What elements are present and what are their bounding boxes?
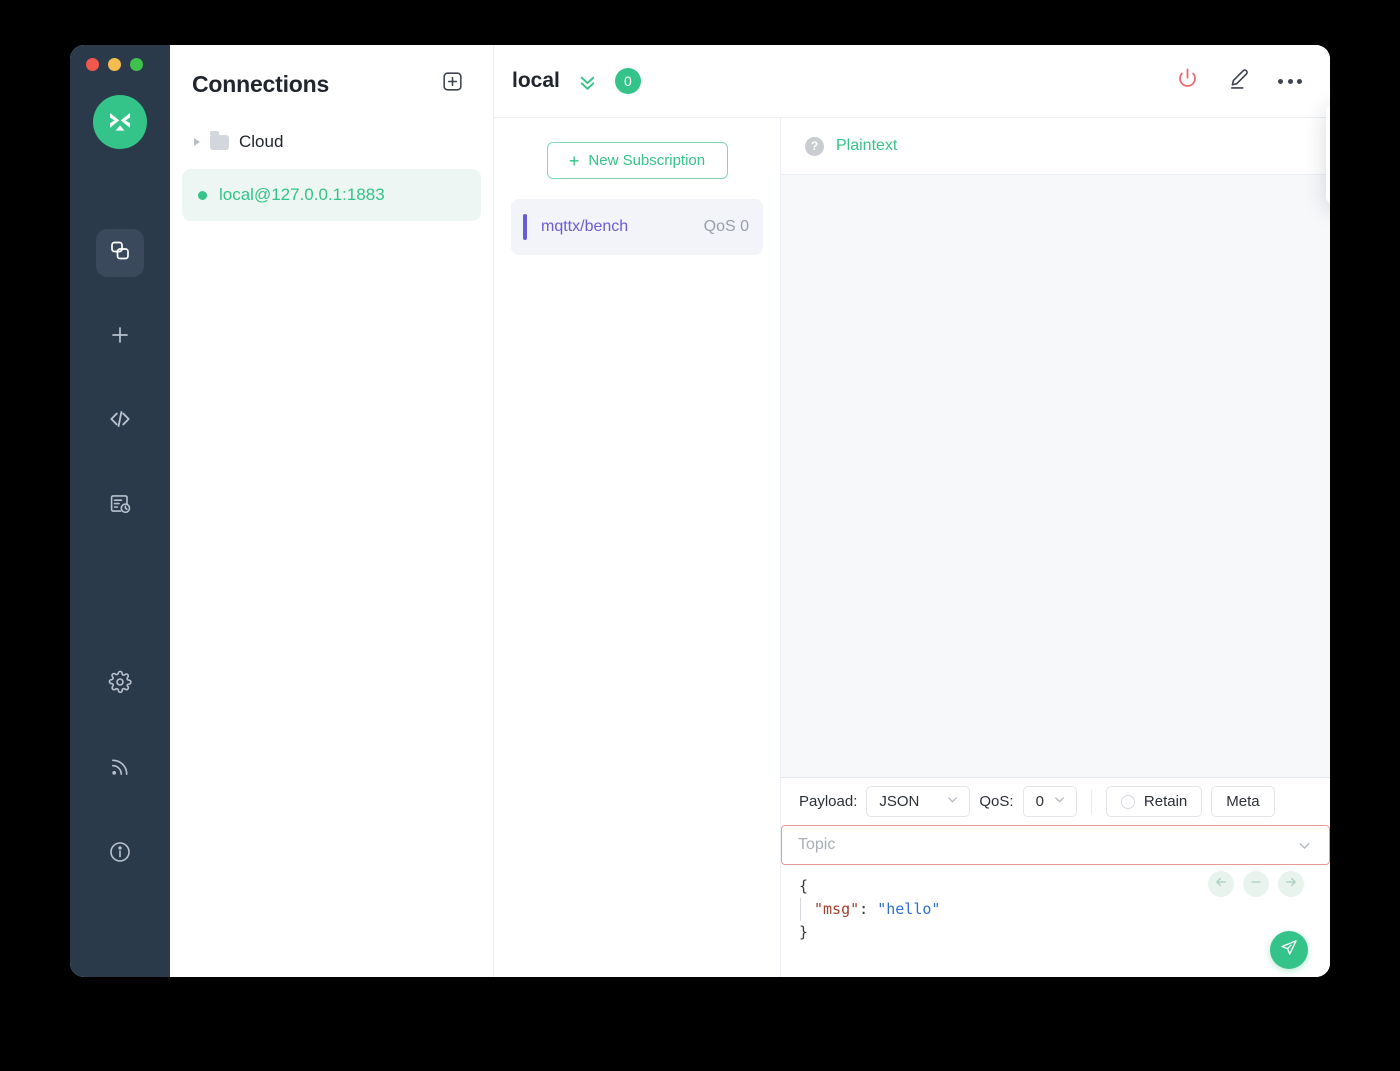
editor-json-value: "hello" (877, 900, 941, 918)
divider (1090, 789, 1092, 814)
retain-toggle[interactable]: Retain (1105, 786, 1203, 817)
subscriptions-panel: + New Subscription mqttx/bench QoS 0 (494, 118, 781, 977)
question-circle-icon[interactable]: ? (805, 136, 824, 156)
chevron-right-icon (194, 138, 200, 146)
chevron-down-icon (945, 792, 960, 811)
editor-nav-buttons (1208, 871, 1304, 897)
clear-message-button[interactable] (1243, 871, 1269, 897)
message-column: ? Plaintext Payload: JSON QoS: 0 Retain … (781, 118, 1330, 977)
new-subscription-label: New Subscription (588, 152, 706, 169)
edit-connection-button[interactable] (1226, 66, 1252, 97)
minus-icon (1249, 875, 1263, 894)
subscription-topic: mqttx/bench (541, 218, 629, 235)
new-subscription-button[interactable]: + New Subscription (546, 142, 728, 179)
editor-json-key: "msg" (814, 900, 860, 918)
next-message-button[interactable] (1278, 871, 1304, 897)
close-window-button[interactable] (86, 58, 99, 71)
send-message-button[interactable] (1270, 931, 1308, 969)
message-count-badge: 0 (614, 68, 641, 94)
arrow-right-icon (1284, 875, 1298, 894)
minimize-window-button[interactable] (108, 58, 121, 71)
editor-line-1: { (799, 877, 809, 895)
send-plane-icon (1279, 938, 1299, 963)
chevron-down-icon[interactable] (1296, 837, 1313, 854)
ellipsis-icon (1278, 78, 1302, 84)
more-options-button[interactable] (1278, 78, 1302, 84)
add-connection-button[interactable] (440, 69, 465, 99)
code-icon (107, 406, 133, 437)
folder-icon (210, 130, 229, 150)
power-icon (1175, 66, 1200, 96)
payload-editor[interactable]: { "msg": "hello" } (781, 865, 1330, 977)
sidebar-item-new-connection[interactable] (96, 313, 144, 361)
qos-value: 0 (1035, 793, 1044, 810)
message-toolbar: ? Plaintext (781, 118, 1330, 175)
subscription-color-bar (523, 214, 527, 240)
sidebar-item-script[interactable] (96, 397, 144, 445)
info-icon (108, 840, 132, 869)
plus-icon: + (568, 150, 580, 171)
payload-type-value: JSON (879, 793, 920, 810)
message-list[interactable] (781, 175, 1330, 777)
editor-json-colon: : (859, 900, 878, 918)
connection-item-local[interactable]: local@127.0.0.1:1883 (182, 169, 481, 221)
connections-panel: Connections Cloud local@127.0.0.1:1883 (170, 45, 494, 977)
topic-placeholder: Topic (798, 836, 836, 853)
main-header: local 0 (494, 45, 1330, 118)
arrow-left-icon (1214, 875, 1228, 894)
notification-toast: ! Topic is required, please check the hi… (1326, 103, 1330, 205)
qos-select[interactable]: 0 (1022, 786, 1077, 817)
status-dot-icon (198, 190, 207, 200)
gear-icon (108, 670, 132, 699)
maximize-window-button[interactable] (130, 58, 143, 71)
connection-title: local (512, 69, 560, 92)
qos-label: QoS: (979, 793, 1014, 810)
mqttx-logo-icon (93, 95, 147, 149)
header-actions (1175, 66, 1302, 97)
body-split: + New Subscription mqttx/bench QoS 0 ? P… (494, 118, 1330, 977)
meta-label: Meta (1226, 793, 1260, 810)
payload-format-toggle[interactable]: Plaintext (836, 137, 897, 155)
connection-item-label: local@127.0.0.1:1883 (219, 185, 385, 204)
connections-header: Connections (170, 45, 493, 123)
log-clock-icon (108, 492, 132, 521)
topic-input[interactable]: Topic (781, 825, 1330, 865)
sidebar-item-settings[interactable] (96, 660, 144, 708)
payload-label: Payload: (799, 793, 858, 810)
plus-icon (108, 323, 132, 352)
activity-bar (70, 45, 170, 977)
subscription-item[interactable]: mqttx/bench QoS 0 (511, 199, 763, 255)
publish-pane: Payload: JSON QoS: 0 Retain Meta Topic {… (781, 777, 1330, 977)
publish-options: Payload: JSON QoS: 0 Retain Meta (781, 778, 1330, 825)
sidebar-item-connections[interactable] (96, 229, 144, 277)
payload-type-select[interactable]: JSON (866, 786, 971, 817)
rss-icon (109, 755, 132, 783)
subscription-qos: QoS 0 (703, 218, 749, 235)
page-title: Connections (192, 70, 330, 97)
sidebar-item-broadcast[interactable] (96, 745, 144, 793)
sidebar-item-about[interactable] (96, 830, 144, 878)
editor-line-3: } (799, 923, 809, 941)
pencil-icon (1226, 66, 1252, 97)
main-area: local 0 + New Subscription mqttx/bench Q… (494, 45, 1330, 977)
retain-label: Retain (1143, 793, 1188, 810)
plus-square-icon (440, 69, 465, 99)
chevron-down-icon (1052, 792, 1067, 811)
meta-button[interactable]: Meta (1211, 786, 1275, 817)
connections-icon (108, 239, 132, 268)
radio-circle-icon (1120, 794, 1135, 809)
connection-folder-cloud[interactable]: Cloud (170, 123, 493, 161)
chevron-double-down-icon[interactable] (576, 70, 599, 93)
sidebar-item-log[interactable] (96, 482, 144, 530)
traffic-lights (86, 58, 143, 71)
disconnect-button[interactable] (1175, 66, 1200, 96)
folder-label: Cloud (239, 132, 284, 151)
app-window: Connections Cloud local@127.0.0.1:1883 l… (70, 45, 1330, 977)
prev-message-button[interactable] (1208, 871, 1234, 897)
